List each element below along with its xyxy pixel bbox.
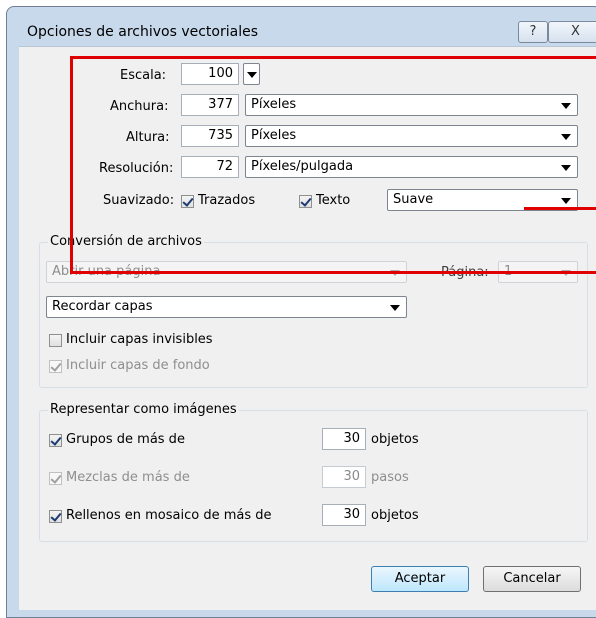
tiled-fills-count-input[interactable]: 30 [322,504,366,526]
layers-mode-select[interactable]: Recordar capas [46,296,407,318]
include-background-label[interactable]: Incluir capas de fondo [66,358,210,373]
blends-count-input[interactable]: 30 [322,466,366,488]
blends-label[interactable]: Mezclas de más de [66,470,190,485]
include-invisible-label[interactable]: Incluir capas invisibles [66,332,213,347]
blends-checkbox[interactable] [49,472,62,485]
include-invisible-checkbox[interactable] [49,334,62,347]
ok-button[interactable]: Aceptar [371,566,469,592]
layers-mode-value: Recordar capas [52,299,153,314]
close-button[interactable]: X [548,21,596,43]
blends-unit: pasos [371,470,409,485]
groups-count-input[interactable]: 30 [322,428,366,450]
tiled-fills-unit: objetos [371,508,419,523]
groups-unit: objetos [371,432,419,447]
cancel-button[interactable]: Cancelar [483,566,581,592]
tiled-fills-checkbox[interactable] [49,510,62,523]
dialog-title: Opciones de archivos vectoriales [27,24,258,40]
groups-label[interactable]: Grupos de más de [66,432,185,447]
annotation-pointer-line [524,207,596,210]
help-button[interactable]: ? [518,21,548,43]
include-background-checkbox[interactable] [49,360,62,373]
render-as-images-title: Representar como imágenes [48,402,239,417]
groups-checkbox[interactable] [49,434,62,447]
chevron-down-icon [390,305,400,311]
tiled-fills-label[interactable]: Rellenos en mosaico de más de [66,508,272,523]
annotation-highlight-box [70,56,596,274]
